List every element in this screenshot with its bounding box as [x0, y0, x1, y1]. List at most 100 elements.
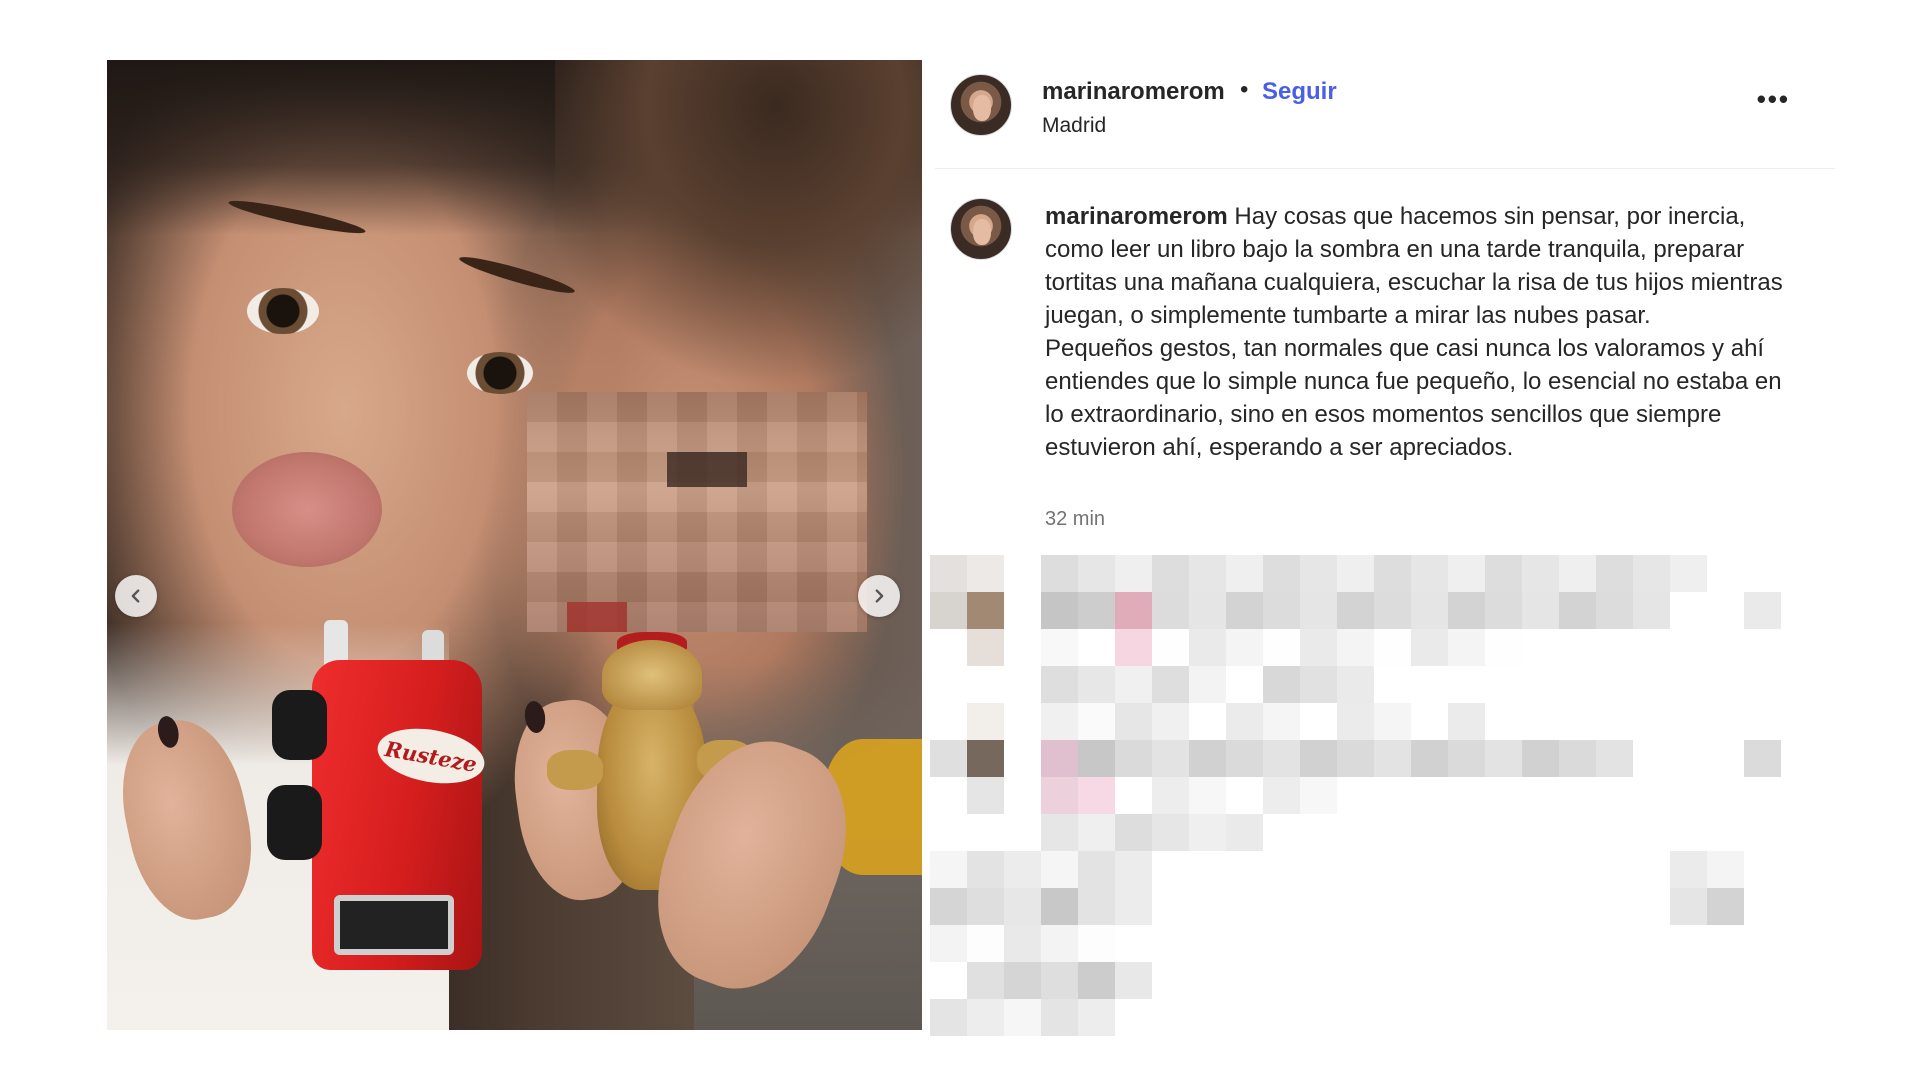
post-photo[interactable]: Rusteze: [107, 60, 922, 1030]
chevron-right-icon: [875, 589, 884, 603]
mosaic-tile: [1004, 888, 1041, 925]
mosaic-tile: [930, 851, 967, 888]
header-username[interactable]: marinaromerom: [1042, 78, 1225, 106]
mosaic-tile: [1041, 666, 1078, 703]
mosaic-tile: [1041, 999, 1078, 1036]
pixelated-eye: [667, 452, 747, 487]
mosaic-tile: [1078, 999, 1115, 1036]
mosaic-tile: [930, 888, 967, 925]
mosaic-tile: [1263, 777, 1300, 814]
mosaic-tile: [1004, 851, 1041, 888]
mosaic-tile: [930, 999, 967, 1036]
mosaic-tile: [1189, 629, 1226, 666]
mosaic-tile: [1707, 888, 1744, 925]
mosaic-tile: [1041, 962, 1078, 999]
mosaic-tile: [1041, 703, 1078, 740]
mosaic-tile: [1189, 592, 1226, 629]
mosaic-tile: [1337, 666, 1374, 703]
mosaic-tile: [1596, 592, 1633, 629]
carousel-next-button[interactable]: [858, 575, 900, 617]
caption-username[interactable]: marinaromerom: [1045, 203, 1228, 230]
mosaic-tile: [1300, 740, 1337, 777]
mosaic-tile: [1078, 666, 1115, 703]
mosaic-tile: [967, 999, 1004, 1036]
mosaic-tile: [1263, 740, 1300, 777]
photo-nail: [155, 714, 182, 750]
mosaic-tile: [1670, 851, 1707, 888]
post-header: marinaromerom • Seguir Madrid •••: [950, 74, 1820, 170]
more-options-icon[interactable]: •••: [1757, 84, 1790, 115]
mosaic-tile: [1115, 851, 1152, 888]
mosaic-tile: [1152, 629, 1189, 666]
mosaic-tile: [1078, 851, 1115, 888]
mosaic-tile: [1633, 592, 1670, 629]
mosaic-tile: [1189, 777, 1226, 814]
mosaic-tile: [930, 592, 967, 629]
chevron-left-icon: [131, 589, 140, 603]
mosaic-tile: [1337, 555, 1374, 592]
mosaic-tile: [1374, 703, 1411, 740]
mosaic-tile: [1263, 703, 1300, 740]
follow-button[interactable]: Seguir: [1262, 78, 1337, 106]
mosaic-tile: [1485, 629, 1522, 666]
carousel-prev-button[interactable]: [115, 575, 157, 617]
mosaic-tile: [1300, 703, 1337, 740]
caption-paragraph-2: Pequeños gestos, tan normales que casi n…: [1045, 335, 1782, 461]
mosaic-tile: [1078, 962, 1115, 999]
header-divider: [935, 168, 1835, 169]
mosaic-tile: [1522, 592, 1559, 629]
mosaic-tile: [1115, 555, 1152, 592]
mosaic-tile: [1078, 777, 1115, 814]
mosaic-tile: [1485, 592, 1522, 629]
mosaic-tile: [1115, 888, 1152, 925]
mosaic-tile: [1411, 703, 1448, 740]
mosaic-tile: [967, 555, 1004, 592]
mosaic-tile: [1115, 962, 1152, 999]
mosaic-tile: [967, 629, 1004, 666]
mosaic-tile: [1596, 740, 1633, 777]
mosaic-tile: [1041, 555, 1078, 592]
caption-avatar[interactable]: [950, 198, 1012, 260]
photo-eye: [247, 288, 319, 334]
mosaic-tile: [1078, 888, 1115, 925]
mosaic-tile: [1226, 555, 1263, 592]
mosaic-tile: [1041, 888, 1078, 925]
photo-nail: [522, 699, 548, 735]
mosaic-tile: [1004, 962, 1041, 999]
mosaic-tile: [1078, 814, 1115, 851]
mosaic-tile: [1078, 555, 1115, 592]
mosaic-tile: [1189, 814, 1226, 851]
mosaic-tile: [1670, 888, 1707, 925]
mosaic-tile: [1670, 555, 1707, 592]
mosaic-tile: [1078, 740, 1115, 777]
mosaic-tile: [1300, 777, 1337, 814]
mosaic-tile: [1559, 592, 1596, 629]
location-link[interactable]: Madrid: [1042, 114, 1106, 138]
mosaic-tile: [1522, 555, 1559, 592]
mosaic-tile: [1744, 740, 1781, 777]
mosaic-tile: [1448, 555, 1485, 592]
mosaic-tile: [967, 703, 1004, 740]
mosaic-tile: [1300, 629, 1337, 666]
mosaic-tile: [1300, 555, 1337, 592]
mosaic-tile: [1078, 592, 1115, 629]
mosaic-tile: [1152, 777, 1189, 814]
avatar[interactable]: [950, 74, 1012, 136]
photo-eye: [467, 352, 533, 394]
mosaic-tile: [1115, 629, 1152, 666]
separator-dot: •: [1240, 76, 1249, 103]
mosaic-tile: [1337, 629, 1374, 666]
mosaic-tile: [1041, 777, 1078, 814]
pixelated-mouth: [567, 602, 627, 632]
mosaic-tile: [1263, 666, 1300, 703]
mosaic-tile: [1078, 925, 1115, 962]
mosaic-tile: [1337, 740, 1374, 777]
toy-truck: Rusteze: [267, 620, 492, 1010]
mosaic-tile: [1559, 740, 1596, 777]
mosaic-tile: [967, 925, 1004, 962]
mosaic-tile: [967, 962, 1004, 999]
mosaic-tile: [1041, 592, 1078, 629]
post-timestamp[interactable]: 32 min: [1045, 508, 1105, 531]
mosaic-tile: [1448, 592, 1485, 629]
mosaic-tile: [1152, 666, 1189, 703]
